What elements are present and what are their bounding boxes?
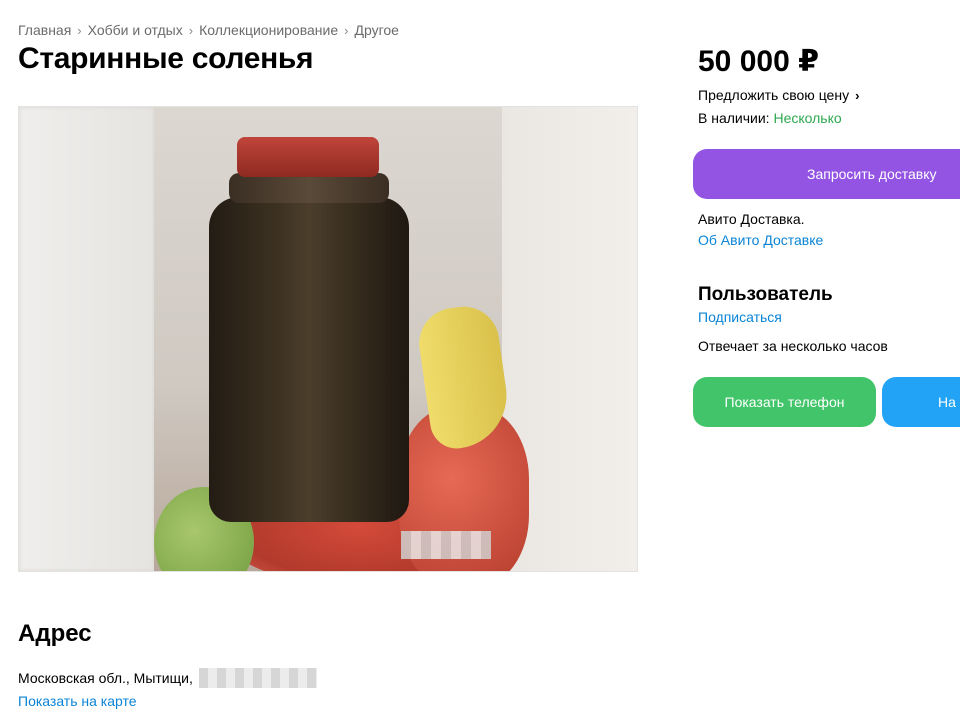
subscribe-link[interactable]: Подписаться <box>698 309 782 325</box>
chevron-right-icon: › <box>855 87 860 103</box>
availability: В наличии: Несколько <box>698 110 842 126</box>
photo-watermark <box>401 531 491 559</box>
availability-label: В наличии: <box>698 110 770 126</box>
chevron-right-icon: › <box>77 22 82 38</box>
breadcrumb-item-hobby[interactable]: Хобби и отдых <box>88 22 183 38</box>
offer-price-link[interactable]: Предложить свою цену › <box>698 87 859 103</box>
show-on-map-link[interactable]: Показать на карте <box>18 693 137 709</box>
availability-value: Несколько <box>773 110 842 126</box>
write-message-label: На <box>938 394 956 410</box>
breadcrumb-item-other[interactable]: Другое <box>354 22 398 38</box>
address-text: Московская обл., Мытищи, <box>18 670 193 686</box>
page-title: Старинные соленья <box>18 42 314 75</box>
jar-body <box>209 197 409 522</box>
breadcrumb-item-home[interactable]: Главная <box>18 22 71 38</box>
listing-photo[interactable] <box>18 106 638 572</box>
chevron-right-icon: › <box>344 22 349 38</box>
address-line: Московская обл., Мытищи, <box>18 668 317 688</box>
chevron-right-icon: › <box>188 22 194 38</box>
request-delivery-label: Запросить доставку <box>807 166 937 182</box>
photo-blur-left <box>19 107 154 571</box>
delivery-service-label: Авито Доставка. <box>698 211 805 227</box>
show-phone-button[interactable]: Показать телефон <box>693 377 876 427</box>
price: 50 000 ₽ <box>698 45 819 78</box>
jar-lid <box>237 137 379 177</box>
breadcrumb-item-collecting[interactable]: Коллекционирование <box>199 22 338 38</box>
listing-page: Главная › Хобби и отдых › Коллекциониров… <box>0 0 960 720</box>
seller-reply-time: Отвечает за несколько часов <box>698 338 888 354</box>
request-delivery-button[interactable]: Запросить доставку <box>693 149 960 199</box>
about-delivery-link[interactable]: Об Авито Доставке <box>698 232 823 248</box>
breadcrumb: Главная › Хобби и отдых › Коллекциониров… <box>18 22 399 38</box>
seller-name[interactable]: Пользователь <box>698 284 833 306</box>
write-message-button[interactable]: На <box>882 377 960 427</box>
offer-price-label: Предложить свою цену <box>698 87 850 103</box>
photo-jar <box>209 137 409 522</box>
show-phone-label: Показать телефон <box>724 394 845 410</box>
address-redacted <box>198 668 317 688</box>
address-heading: Адрес <box>18 620 92 647</box>
jar-neck <box>229 173 389 203</box>
